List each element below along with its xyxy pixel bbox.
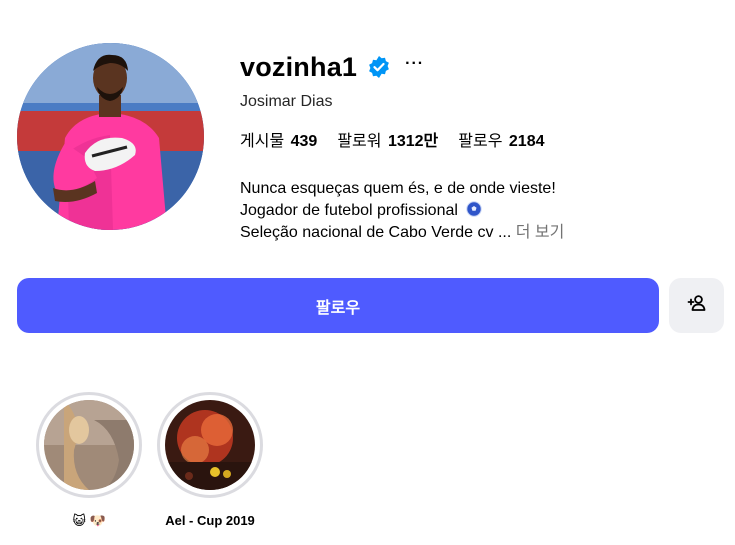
- followers-label: 팔로워: [337, 133, 382, 150]
- profile-avatar[interactable]: [17, 43, 204, 230]
- suggested-accounts-button[interactable]: [669, 278, 724, 333]
- name-row: vozinha1 ···: [240, 50, 565, 84]
- posts-label: 게시물: [240, 133, 285, 150]
- highlight-item[interactable]: 😺 🐶: [36, 392, 142, 529]
- highlight-label: 😺 🐶: [72, 513, 106, 528]
- soccer-ball-icon: [466, 201, 483, 217]
- posts-value: 439: [290, 133, 318, 150]
- followers-count[interactable]: 팔로워 1312만: [337, 127, 438, 151]
- followers-value: 1312만: [387, 133, 439, 150]
- bio-line-2: Jogador de futebol profissional: [240, 200, 564, 222]
- bio-line-1: Nunca esqueças quem és, e de onde vieste…: [240, 180, 556, 197]
- highlight-label: Ael - Cup 2019: [165, 513, 255, 528]
- highlight-item[interactable]: Ael - Cup 2019: [157, 392, 263, 528]
- profile-info: vozinha1 ··· Josimar Dias 게시물 439 팔로워 13…: [240, 50, 565, 151]
- verified-badge-icon: [367, 55, 391, 79]
- highlight-cover: [44, 400, 134, 490]
- highlight-ring: [157, 392, 263, 498]
- profile-bio: Nunca esqueças quem és, e de onde vieste…: [240, 178, 564, 244]
- following-value: 2184: [508, 133, 545, 150]
- highlight-cover: [165, 400, 255, 490]
- following-count[interactable]: 팔로우 2184: [458, 127, 544, 151]
- follow-button[interactable]: 팔로우: [17, 278, 659, 333]
- more-options-icon[interactable]: ···: [405, 56, 424, 72]
- following-label: 팔로우: [458, 133, 503, 150]
- add-person-icon: [687, 293, 707, 318]
- posts-count[interactable]: 게시물 439: [240, 127, 317, 151]
- profile-page: vozinha1 ··· Josimar Dias 게시물 439 팔로워 13…: [0, 0, 735, 545]
- bio-line-3-text: Seleção nacional de Cabo Verde cv ...: [240, 224, 512, 241]
- bio-line-2-text: Jogador de futebol profissional: [240, 202, 458, 219]
- username: vozinha1: [240, 51, 358, 82]
- highlight-ring: [36, 392, 142, 498]
- full-name: Josimar Dias: [240, 93, 333, 110]
- profile-stats: 게시물 439 팔로워 1312만 팔로우 2184: [240, 127, 565, 151]
- bio-line-3: Seleção nacional de Cabo Verde cv ... 더 …: [240, 222, 564, 244]
- bio-more-link[interactable]: 더 보기: [516, 224, 565, 241]
